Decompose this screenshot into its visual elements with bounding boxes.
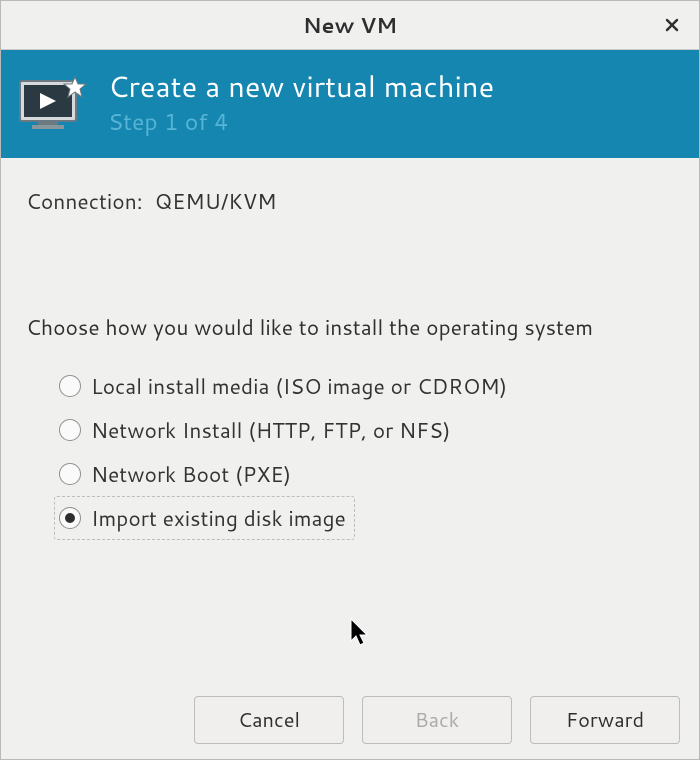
- connection-row: Connection: QEMU/KVM: [26, 186, 674, 216]
- wizard-step-label: Step 1 of 4: [108, 106, 494, 138]
- cancel-button[interactable]: Cancel: [194, 696, 344, 744]
- radio-label: Network Install (HTTP, FTP, or NFS): [91, 415, 451, 445]
- connection-label: Connection:: [26, 186, 143, 216]
- radio-import-disk[interactable]: Import existing disk image: [54, 496, 355, 540]
- window-title: New VM: [303, 10, 397, 40]
- vm-create-icon: [16, 67, 90, 141]
- wizard-header: Create a new virtual machine Step 1 of 4: [0, 50, 700, 158]
- connection-value: QEMU/KVM: [155, 186, 277, 216]
- mouse-cursor-icon: [350, 618, 372, 648]
- radio-indicator-icon: [59, 375, 81, 397]
- wizard-button-bar: Cancel Back Forward: [0, 696, 700, 744]
- forward-button[interactable]: Forward: [530, 696, 680, 744]
- radio-indicator-icon: [59, 419, 81, 441]
- wizard-title: Create a new virtual machine: [108, 70, 494, 103]
- radio-label: Import existing disk image: [91, 503, 346, 533]
- radio-network-install[interactable]: Network Install (HTTP, FTP, or NFS): [54, 408, 460, 452]
- install-method-group: Local install media (ISO image or CDROM)…: [26, 364, 674, 540]
- radio-label: Network Boot (PXE): [91, 459, 291, 489]
- close-icon: [664, 17, 680, 33]
- close-button[interactable]: [658, 11, 686, 39]
- install-prompt: Choose how you would like to install the…: [26, 312, 674, 342]
- wizard-content: Connection: QEMU/KVM Choose how you woul…: [0, 158, 700, 540]
- back-button[interactable]: Back: [362, 696, 512, 744]
- radio-indicator-icon: [59, 507, 81, 529]
- radio-network-boot[interactable]: Network Boot (PXE): [54, 452, 300, 496]
- titlebar: New VM: [0, 0, 700, 50]
- radio-indicator-icon: [59, 463, 81, 485]
- radio-label: Local install media (ISO image or CDROM): [91, 371, 507, 401]
- radio-local-media[interactable]: Local install media (ISO image or CDROM): [54, 364, 516, 408]
